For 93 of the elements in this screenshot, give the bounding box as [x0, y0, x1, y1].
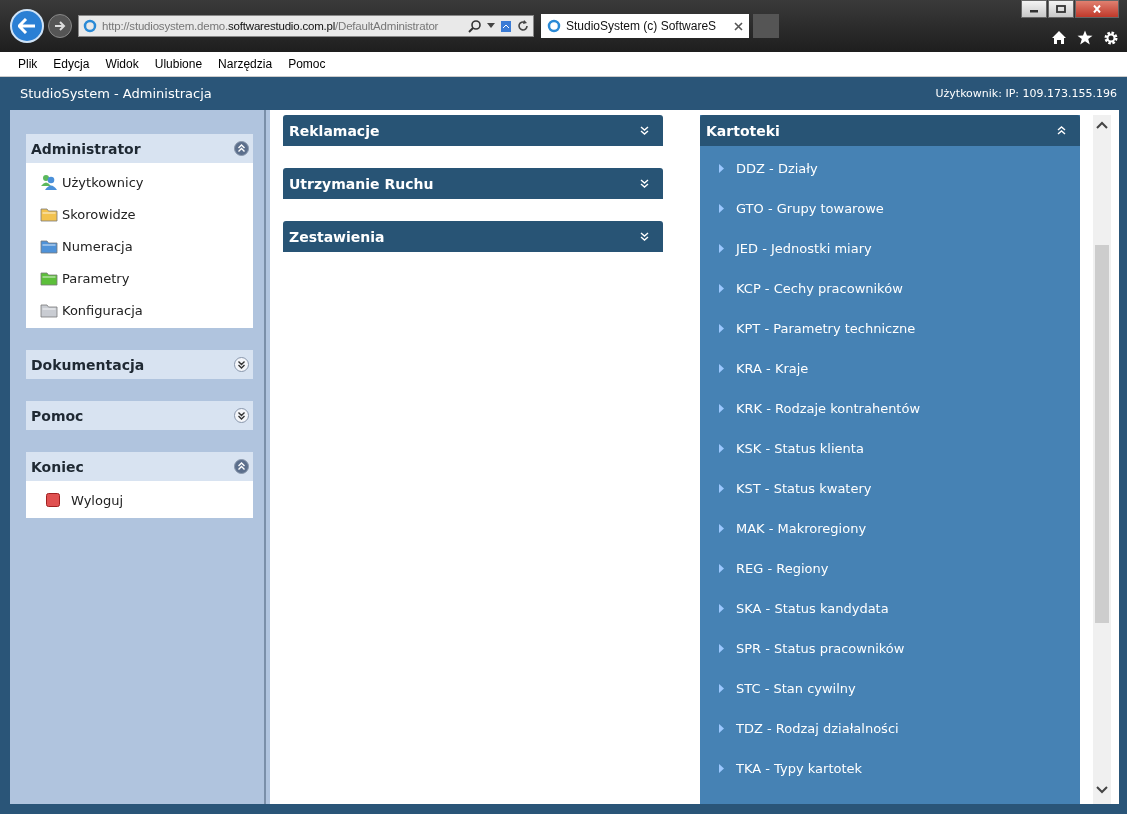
section-header[interactable]: Dokumentacja — [26, 350, 253, 379]
sidebar-item[interactable]: Użytkownicy — [26, 166, 253, 198]
panel-title: Zestawienia — [289, 228, 385, 245]
menu-item[interactable]: Plik — [18, 57, 38, 71]
page-icon — [547, 19, 561, 33]
sidebar-item[interactable]: Skorowidze — [26, 198, 253, 230]
catalog-link[interactable]: MAK - Makroregiony — [700, 508, 1080, 548]
scroll-down-icon[interactable] — [1096, 786, 1108, 794]
vertical-scrollbar[interactable] — [1093, 115, 1111, 804]
catalog-link[interactable]: REG - Regiony — [700, 548, 1080, 588]
catalog-link[interactable]: SKA - Status kandydata — [700, 588, 1080, 628]
panel-header[interactable]: Kartoteki — [700, 115, 1080, 146]
section-title: Dokumentacja — [31, 356, 145, 373]
splitter-handle[interactable] — [266, 110, 270, 804]
menu-item[interactable]: Ulubione — [154, 57, 203, 71]
url-text: http://studiosystem.demo.softwarestudio.com.pl/DefaultAdministrator — [102, 20, 440, 32]
star-icon[interactable] — [1077, 30, 1093, 45]
catalog-link[interactable]: GTO - Grupy towarowe — [700, 188, 1080, 228]
page-icon — [83, 19, 97, 33]
bullet-arrow-icon — [719, 163, 724, 173]
section-title: Pomoc — [31, 407, 84, 424]
close-window-button[interactable] — [1075, 0, 1119, 18]
user-info: Użytkownik: IP: 109.173.155.196 — [935, 87, 1117, 100]
app-title: StudioSystem - Administracja — [20, 86, 212, 101]
section-header[interactable]: Pomoc — [26, 401, 253, 430]
browser-tab[interactable]: StudioSystem (c) SoftwareS — [541, 14, 749, 38]
tab-title: StudioSystem (c) SoftwareS — [566, 19, 718, 33]
chevron-toggle-icon[interactable] — [234, 459, 249, 474]
section-header[interactable]: Administrator — [26, 134, 253, 163]
bullet-arrow-icon — [719, 603, 724, 613]
sidebar-item[interactable]: Numeracja — [26, 230, 253, 262]
bullet-arrow-icon — [719, 723, 724, 733]
panel-header[interactable]: Utrzymanie Ruchu — [283, 168, 663, 199]
search-icon[interactable] — [468, 19, 482, 33]
bullet-arrow-icon — [719, 443, 724, 453]
menu-item[interactable]: Edycja — [53, 57, 90, 71]
minimize-button[interactable] — [1021, 0, 1047, 18]
panel-header[interactable]: Reklamacje — [283, 115, 663, 146]
chevron-toggle-icon[interactable] — [234, 357, 249, 372]
bullet-arrow-icon — [719, 763, 724, 773]
bullet-arrow-icon — [719, 483, 724, 493]
maximize-button[interactable] — [1048, 0, 1074, 18]
menu-item[interactable]: Widok — [105, 57, 139, 71]
chevron-toggle-icon[interactable] — [234, 141, 249, 156]
section-title: Koniec — [31, 458, 84, 475]
catalog-link[interactable]: JED - Jednostki miary — [700, 228, 1080, 268]
bullet-arrow-icon — [719, 203, 724, 213]
close-icon[interactable] — [734, 21, 743, 31]
menu-item[interactable]: Narzędzia — [218, 57, 273, 71]
bullet-arrow-icon — [719, 243, 724, 253]
catalog-link[interactable]: KRK - Rodzaje kontrahentów — [700, 388, 1080, 428]
sidebar-item[interactable]: Parametry — [26, 262, 253, 294]
refresh-icon[interactable] — [517, 20, 529, 32]
catalog-link[interactable]: STC - Stan cywilny — [700, 668, 1080, 708]
bullet-arrow-icon — [719, 523, 724, 533]
settings-icon[interactable] — [1103, 30, 1119, 46]
bullet-arrow-icon — [719, 323, 724, 333]
panel-header[interactable]: Zestawienia — [283, 221, 663, 252]
menu-item[interactable]: Pomoc — [288, 57, 326, 71]
address-field[interactable]: http://studiosystem.demo.softwarestudio.com.pl/DefaultAdministrator — [78, 15, 534, 37]
back-arrow-icon — [18, 18, 36, 34]
section-title: Administrator — [31, 140, 141, 157]
bullet-arrow-icon — [719, 363, 724, 373]
home-icon[interactable] — [1051, 30, 1067, 45]
bullet-arrow-icon — [719, 643, 724, 653]
bullet-arrow-icon — [719, 563, 724, 573]
catalog-link[interactable]: KPT - Parametry techniczne — [700, 308, 1080, 348]
section-header[interactable]: Koniec — [26, 452, 253, 481]
bullet-arrow-icon — [719, 403, 724, 413]
chevron-toggle-icon[interactable] — [234, 408, 249, 423]
catalog-link[interactable]: KST - Status kwatery — [700, 468, 1080, 508]
close-icon — [1092, 5, 1102, 13]
panel-title: Utrzymanie Ruchu — [289, 175, 434, 192]
forward-arrow-icon — [54, 21, 66, 31]
panel-title: Kartoteki — [706, 122, 780, 139]
sidebar-item[interactable]: Konfiguracja — [26, 294, 253, 326]
compat-view-icon[interactable] — [500, 19, 512, 33]
catalog-link[interactable]: TKA - Typy kartotek — [700, 748, 1080, 788]
maximize-icon — [1056, 5, 1066, 13]
back-button[interactable] — [10, 9, 44, 43]
forward-button[interactable] — [48, 14, 72, 38]
scrollbar-thumb[interactable] — [1095, 245, 1109, 623]
catalog-link[interactable]: DDZ - Działy — [700, 148, 1080, 188]
catalog-link[interactable]: TDZ - Rodzaj działalności — [700, 708, 1080, 748]
bullet-arrow-icon — [719, 683, 724, 693]
catalog-link[interactable]: SPR - Status pracowników — [700, 628, 1080, 668]
scroll-up-icon[interactable] — [1096, 121, 1108, 129]
dropdown-caret-icon[interactable] — [487, 23, 495, 29]
panel-title: Reklamacje — [289, 122, 380, 139]
catalog-link[interactable]: KCP - Cechy pracowników — [700, 268, 1080, 308]
catalog-link[interactable]: KRA - Kraje — [700, 348, 1080, 388]
catalog-link[interactable]: KSK - Status klienta — [700, 428, 1080, 468]
bullet-arrow-icon — [719, 283, 724, 293]
